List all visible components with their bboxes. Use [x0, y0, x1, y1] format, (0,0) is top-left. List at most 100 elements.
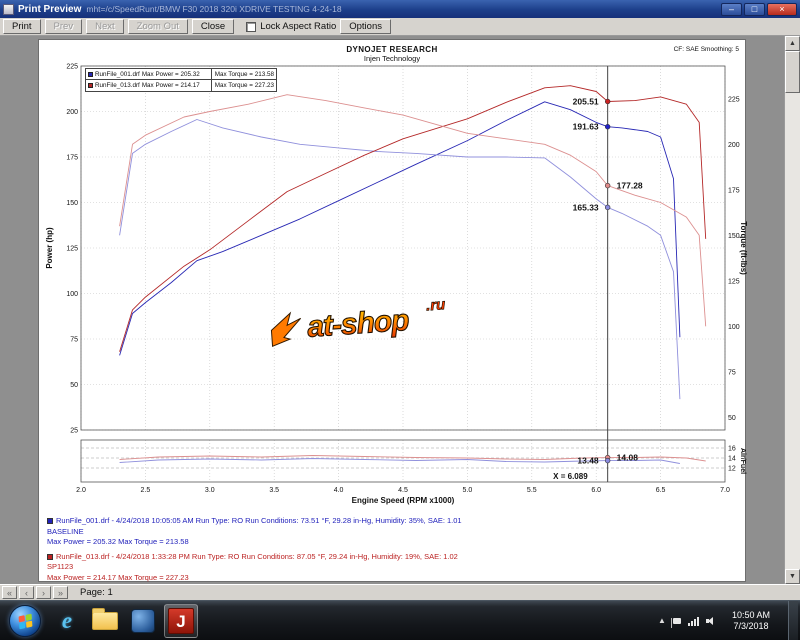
- run-color-bullet: [47, 554, 53, 560]
- svg-text:100: 100: [66, 291, 78, 298]
- print-toolbar: Print Prev Next Zoom Out Close Lock Aspe…: [0, 18, 800, 36]
- windows-logo-icon: [19, 613, 33, 629]
- torque-axis-title: Torque (ft-lbs): [739, 221, 747, 275]
- lock-aspect-group: Lock Aspect Ratio: [246, 21, 336, 32]
- page-number-label: Page: 1: [80, 587, 113, 598]
- prev-page-button[interactable]: Prev: [45, 19, 83, 34]
- svg-text:50: 50: [728, 415, 736, 422]
- svg-text:4.0: 4.0: [334, 487, 344, 494]
- svg-text:150: 150: [66, 200, 78, 207]
- svg-text:4.5: 4.5: [398, 487, 408, 494]
- svg-text:175: 175: [66, 155, 78, 162]
- scrollbar-thumb[interactable]: [785, 51, 800, 93]
- network-icon[interactable]: [688, 616, 699, 626]
- svg-text:3.0: 3.0: [205, 487, 215, 494]
- scroll-up-icon[interactable]: ▲: [785, 36, 800, 51]
- svg-text:7.0: 7.0: [720, 487, 730, 494]
- svg-text:5.0: 5.0: [463, 487, 473, 494]
- close-preview-button[interactable]: Close: [192, 19, 234, 34]
- taskbar-clock[interactable]: 10:50 AM 7/3/2018: [723, 610, 779, 632]
- blue-app-glyph: [131, 609, 155, 633]
- run-max-values: Max Power = 205.32 Max Torque = 213.58: [47, 537, 741, 548]
- dynojet-winpep-icon[interactable]: J: [164, 604, 198, 638]
- svg-text:75: 75: [728, 369, 736, 376]
- action-center-icon[interactable]: [673, 618, 681, 624]
- svg-text:2.5: 2.5: [141, 487, 151, 494]
- dyno-chart: at-shop.ru205.51191.63177.28165.3314.081…: [39, 58, 747, 520]
- legend-row: RunFile_001.drf Max Power = 205.32 Max T…: [86, 69, 276, 80]
- print-button[interactable]: Print: [3, 19, 41, 34]
- svg-text:150: 150: [728, 233, 740, 240]
- cursor-value-label: 191.63: [573, 122, 599, 132]
- minimize-button[interactable]: –: [721, 3, 742, 16]
- system-tray: ▲ 10:50 AM 7/3/2018: [658, 601, 798, 640]
- internet-explorer-icon[interactable]: e: [50, 604, 84, 638]
- power-axis-title: Power (hp): [45, 227, 54, 269]
- close-window-button[interactable]: ×: [767, 3, 797, 16]
- run-label: BASELINE: [47, 527, 741, 538]
- cursor-x-label: X = 6.089: [553, 472, 588, 481]
- run-summary-baseline: RunFile_001.drf - 4/24/2018 10:05:05 AM …: [47, 516, 741, 548]
- svg-text:175: 175: [728, 187, 740, 194]
- lock-aspect-checkbox[interactable]: [246, 22, 256, 32]
- svg-text:6.0: 6.0: [591, 487, 601, 494]
- svg-text:200: 200: [66, 109, 78, 116]
- clock-time: 10:50 AM: [732, 610, 770, 621]
- vertical-scrollbar[interactable]: ▲ ▼: [784, 36, 800, 584]
- print-preview-window: Print Preview mht=/c/SpeedRunt/BMW F30 2…: [0, 0, 800, 640]
- svg-text:5.5: 5.5: [527, 487, 537, 494]
- volume-icon[interactable]: [706, 616, 716, 626]
- x-axis-title: Engine Speed (RPM x1000): [352, 496, 455, 505]
- run-conditions-line: RunFile_001.drf - 4/24/2018 10:05:05 AM …: [47, 516, 741, 527]
- svg-text:50: 50: [70, 382, 78, 389]
- window-controls: – □ ×: [721, 3, 797, 16]
- cursor-marker: [605, 183, 610, 188]
- media-app-icon[interactable]: [126, 604, 160, 638]
- preview-area: DYNOJET RESEARCH Injen Technology CF: SA…: [0, 36, 800, 584]
- ie-e-glyph: e: [62, 608, 72, 634]
- svg-text:14: 14: [728, 456, 736, 463]
- scroll-down-icon[interactable]: ▼: [785, 569, 800, 584]
- svg-text:3.5: 3.5: [269, 487, 279, 494]
- cursor-marker: [605, 124, 610, 129]
- options-button[interactable]: Options: [340, 19, 391, 34]
- legend-file: RunFile_001.drf: [95, 71, 140, 78]
- next-page-nav-button[interactable]: ›: [36, 586, 51, 599]
- print-preview-icon: [3, 4, 14, 15]
- previous-page-button[interactable]: ‹: [19, 586, 34, 599]
- show-hidden-icons-icon[interactable]: ▲: [658, 616, 666, 625]
- start-button[interactable]: [9, 605, 41, 637]
- svg-text:125: 125: [66, 246, 78, 253]
- lock-aspect-label: Lock Aspect Ratio: [260, 21, 336, 32]
- taskbar: e J ▲ 10:50 AM 7/3/2018: [0, 600, 800, 640]
- cursor-value-label: 205.51: [573, 96, 599, 106]
- folder-icon: [92, 612, 118, 630]
- legend-row: RunFile_013.drf Max Power = 214.17 Max T…: [86, 80, 276, 91]
- svg-text:16: 16: [728, 446, 736, 453]
- cursor-value-label: 165.33: [573, 202, 599, 212]
- legend-max-power: Max Power = 214.17: [142, 82, 209, 89]
- run-conditions-text: RunFile_001.drf - 4/24/2018 10:05:05 AM …: [56, 516, 462, 527]
- j-tile-glyph: J: [168, 608, 194, 634]
- svg-text:225: 225: [728, 96, 740, 103]
- run-conditions-text: RunFile_013.drf - 4/24/2018 1:33:28 PM R…: [56, 552, 458, 563]
- zoom-out-button[interactable]: Zoom Out: [128, 19, 188, 34]
- svg-text:2.0: 2.0: [76, 487, 86, 494]
- svg-text:200: 200: [728, 142, 740, 149]
- curve-runfile-013-drf-power: [120, 86, 706, 352]
- show-desktop-button[interactable]: [788, 601, 798, 640]
- report-brand: DYNOJET RESEARCH: [39, 45, 745, 54]
- report-page: DYNOJET RESEARCH Injen Technology CF: SA…: [38, 39, 746, 582]
- run-max-values: Max Power = 214.17 Max Torque = 227.23: [47, 573, 741, 584]
- curve-runfile-013-drf-torque: [120, 95, 706, 327]
- last-page-button[interactable]: »: [53, 586, 68, 599]
- af-axis-title: Air/Fuel: [739, 448, 746, 474]
- run-summaries: RunFile_001.drf - 4/24/2018 10:05:05 AM …: [47, 516, 741, 587]
- page-nav-bar: « ‹ › » Page: 1: [0, 584, 800, 600]
- next-page-button[interactable]: Next: [86, 19, 124, 34]
- chart-legend: RunFile_001.drf Max Power = 205.32 Max T…: [85, 68, 277, 92]
- windows-explorer-icon[interactable]: [88, 604, 122, 638]
- first-page-button[interactable]: «: [2, 586, 17, 599]
- svg-text:6.5: 6.5: [656, 487, 666, 494]
- maximize-button[interactable]: □: [744, 3, 765, 16]
